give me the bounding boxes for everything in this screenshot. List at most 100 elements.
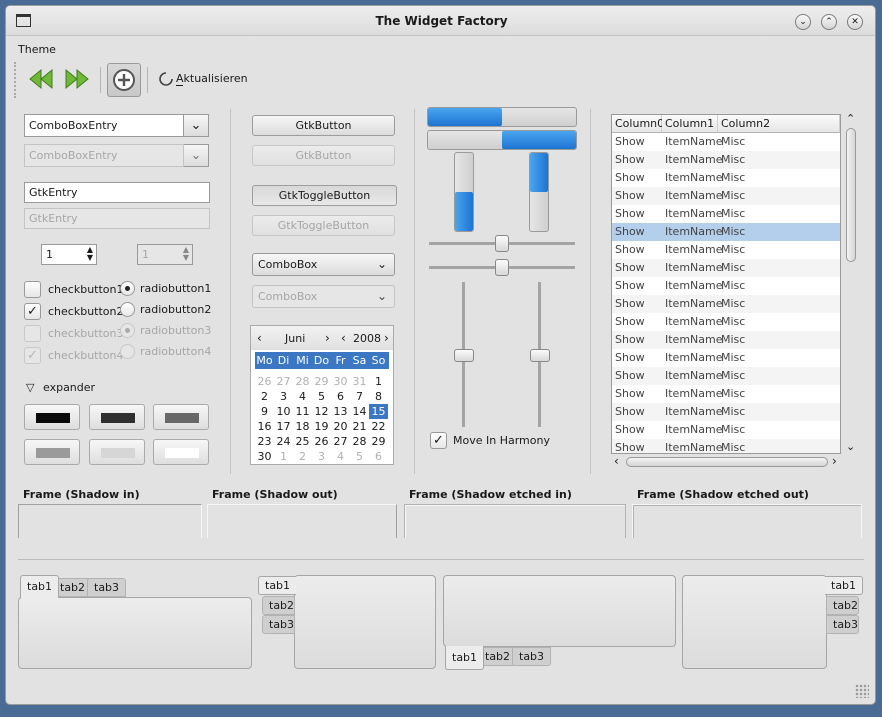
calendar-day[interactable]: 27: [274, 374, 293, 389]
calendar-day[interactable]: 6: [331, 389, 350, 404]
table-row[interactable]: Show ItemName Misc: [612, 439, 840, 453]
calendar-day[interactable]: 21: [350, 419, 369, 434]
calendar-day[interactable]: 16: [255, 419, 274, 434]
notebook-top-tab3[interactable]: tab3: [87, 578, 127, 597]
hscroll-thumb[interactable]: [626, 457, 828, 467]
radiobutton1[interactable]: [120, 281, 135, 296]
scroll-up-icon[interactable]: ⌃: [846, 112, 855, 125]
calendar-day[interactable]: 30: [255, 449, 274, 464]
gtk-toggle-button[interactable]: GtkToggleButton: [252, 185, 397, 206]
calendar-day[interactable]: 3: [274, 389, 293, 404]
vslider-2-thumb[interactable]: [530, 348, 550, 362]
table-row[interactable]: Show ItemName Misc: [612, 187, 840, 205]
combobox-entry-input[interactable]: ComboBoxEntry: [24, 114, 184, 137]
move-in-harmony-check[interactable]: ✓: [430, 432, 447, 449]
tree-vscrollbar[interactable]: ⌃ ⌄: [844, 112, 858, 454]
calendar-day[interactable]: 14: [350, 404, 369, 419]
calendar-day[interactable]: 28: [350, 434, 369, 449]
table-row[interactable]: Show ItemName Misc: [612, 205, 840, 223]
combobox-entry-dropdown[interactable]: ⌄: [184, 114, 209, 137]
calendar-day[interactable]: 26: [312, 434, 331, 449]
color-button-5[interactable]: [89, 439, 145, 465]
calendar[interactable]: ‹ Juni › ‹ 2008 › Mo Di Mi Do Fr Sa So 26 27 28 2…: [250, 325, 394, 465]
calendar-day[interactable]: 13: [331, 404, 350, 419]
calendar-day[interactable]: 1: [274, 449, 293, 464]
table-row[interactable]: Show ItemName Misc: [612, 421, 840, 439]
next-month-icon[interactable]: ›: [325, 331, 330, 345]
column-header-0[interactable]: Column0: [612, 115, 664, 133]
notebook-right-tab3[interactable]: tab3: [826, 615, 859, 634]
color-button-2[interactable]: [89, 404, 145, 430]
calendar-day[interactable]: 1: [369, 374, 388, 389]
toolbar-grip[interactable]: [14, 62, 18, 98]
calendar-day[interactable]: 6: [369, 449, 388, 464]
table-row[interactable]: Show ItemName Misc: [612, 133, 840, 151]
notebook-top-tab1[interactable]: tab1: [20, 575, 60, 598]
checkbutton2[interactable]: ✓: [24, 303, 41, 320]
close-button[interactable]: ✕: [847, 14, 863, 30]
notebook-bottom-tab1[interactable]: tab1: [445, 646, 485, 670]
title-bar[interactable]: The Widget Factory ⌄ ⌃ ✕: [6, 6, 875, 36]
table-row[interactable]: Show ItemName Misc: [612, 331, 840, 349]
calendar-day[interactable]: 11: [293, 404, 312, 419]
hslider-1-thumb[interactable]: [495, 235, 509, 252]
calendar-day[interactable]: 24: [274, 434, 293, 449]
radiobutton1-label[interactable]: radiobutton1: [140, 282, 211, 295]
tree-view[interactable]: Column0 Column1 Column2 Show ItemName Misc…: [611, 114, 841, 454]
calendar-day[interactable]: 19: [312, 419, 331, 434]
notebook-left-tab1[interactable]: tab1: [258, 576, 296, 595]
table-row[interactable]: Show ItemName Misc: [612, 367, 840, 385]
notebook-left-tab3[interactable]: tab3: [262, 615, 295, 634]
calendar-day[interactable]: 30: [331, 374, 350, 389]
table-row[interactable]: Show ItemName Misc: [612, 169, 840, 187]
radiobutton2-label[interactable]: radiobutton2: [140, 303, 211, 316]
calendar-day[interactable]: 31: [350, 374, 369, 389]
minimize-button[interactable]: ⌄: [795, 14, 811, 30]
table-row[interactable]: Show ItemName Misc: [612, 151, 840, 169]
calendar-day[interactable]: 4: [293, 389, 312, 404]
calendar-day[interactable]: 29: [312, 374, 331, 389]
table-row[interactable]: Show ItemName Misc: [612, 385, 840, 403]
scroll-down-icon[interactable]: ⌄: [846, 440, 855, 453]
calendar-day[interactable]: 8: [369, 389, 388, 404]
table-row[interactable]: Show ItemName Misc: [612, 259, 840, 277]
calendar-day[interactable]: 20: [331, 419, 350, 434]
notebook-right-tab1[interactable]: tab1: [825, 576, 863, 595]
color-button-6[interactable]: [153, 439, 209, 465]
calendar-day[interactable]: 2: [293, 449, 312, 464]
spin-button[interactable]: 1 ▲ ▼: [41, 244, 97, 265]
hslider-2-thumb[interactable]: [495, 259, 509, 276]
calendar-day[interactable]: 2: [255, 389, 274, 404]
color-button-4[interactable]: [24, 439, 80, 465]
refresh-button[interactable]: Aktualisieren: [156, 70, 248, 88]
calendar-day[interactable]: 23: [255, 434, 274, 449]
checkbutton1-label[interactable]: checkbutton1: [48, 283, 124, 296]
prev-year-icon[interactable]: ‹: [341, 331, 346, 345]
table-row[interactable]: Show ItemName Misc: [612, 223, 840, 241]
next-year-icon[interactable]: ›: [384, 331, 389, 345]
calendar-day[interactable]: 18: [293, 419, 312, 434]
expander[interactable]: ▽ expander: [26, 380, 116, 396]
calendar-day[interactable]: 17: [274, 419, 293, 434]
calendar-day[interactable]: 28: [293, 374, 312, 389]
calendar-day[interactable]: 10: [274, 404, 293, 419]
calendar-day[interactable]: 4: [331, 449, 350, 464]
notebook-bottom-tab3[interactable]: tab3: [512, 647, 552, 666]
forward-button[interactable]: [62, 64, 92, 94]
calendar-day[interactable]: 25: [293, 434, 312, 449]
gtk-button[interactable]: GtkButton: [252, 115, 395, 136]
table-row[interactable]: Show ItemName Misc: [612, 313, 840, 331]
column-header-2[interactable]: Column2: [718, 115, 840, 133]
scroll-right-icon[interactable]: ›: [832, 454, 837, 468]
tree-hscrollbar[interactable]: ‹ ›: [614, 454, 844, 469]
calendar-day[interactable]: 3: [312, 449, 331, 464]
calendar-day[interactable]: 12: [312, 404, 331, 419]
table-row[interactable]: Show ItemName Misc: [612, 295, 840, 313]
calendar-day[interactable]: 22: [369, 419, 388, 434]
calendar-day[interactable]: 5: [350, 449, 369, 464]
radiobutton2[interactable]: [120, 302, 135, 317]
calendar-day[interactable]: 15: [369, 404, 388, 419]
spin-arrows-icon[interactable]: ▲ ▼: [87, 246, 93, 262]
calendar-day[interactable]: 7: [350, 389, 369, 404]
vslider-1-thumb[interactable]: [454, 348, 474, 362]
